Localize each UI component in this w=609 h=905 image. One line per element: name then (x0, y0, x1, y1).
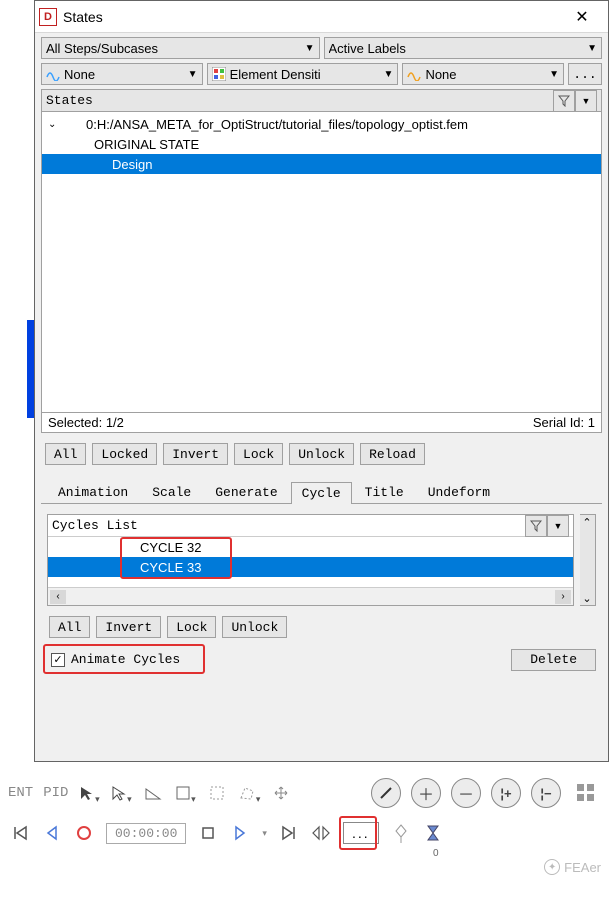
cursor-alt-icon[interactable]: ▾ (110, 782, 132, 804)
tab-title[interactable]: Title (354, 481, 415, 503)
marker-down-icon[interactable] (391, 823, 411, 843)
cycles-invert-button[interactable]: Invert (96, 616, 161, 638)
serial-id-label: Serial Id: 1 (533, 415, 595, 430)
wave-orange-icon (407, 67, 421, 81)
rainbow-square-icon (212, 67, 226, 81)
time-display: 00:00:00 (106, 823, 186, 844)
invert-button[interactable]: Invert (163, 443, 228, 465)
minus-bold-button[interactable]: ¦− (531, 778, 561, 808)
cycles-lock-button[interactable]: Lock (167, 616, 216, 638)
cycle-32-row[interactable]: CYCLE 32 (48, 537, 573, 557)
steps-subcases-combo[interactable]: All Steps/Subcases▼ (41, 37, 320, 59)
scroll-right-icon[interactable]: › (555, 590, 571, 604)
ent-label: ENT (8, 785, 33, 801)
unlock-button[interactable]: Unlock (289, 443, 354, 465)
angle-icon[interactable] (142, 782, 164, 804)
record-button[interactable] (74, 823, 94, 843)
tab-animation[interactable]: Animation (47, 481, 139, 503)
bottom-toolbar: ENT PID ▾ ▾ ▾ ▾ ＋ － ¦+ ¦− 00:00:00 ▾ ... (0, 772, 609, 905)
watermark-text: FEAer (564, 860, 601, 875)
active-labels-combo[interactable]: Active Labels▼ (324, 37, 603, 59)
cycles-options-button[interactable]: ▼ (547, 515, 569, 537)
tab-scale[interactable]: Scale (141, 481, 202, 503)
scroll-left-icon[interactable]: ‹ (50, 590, 66, 604)
reload-button[interactable]: Reload (360, 443, 425, 465)
states-box: States ▼ ⌄ 0:H:/ANSA_META_for_OptiStruct… (41, 89, 602, 433)
states-header: States ▼ (42, 90, 601, 112)
step-pair-button[interactable] (311, 823, 331, 843)
hourglass-icon[interactable] (423, 823, 443, 843)
play-button[interactable] (230, 823, 250, 843)
cycles-header-label: Cycles List (52, 518, 525, 533)
titlebar: D States ✕ (35, 1, 608, 33)
tab-cycle[interactable]: Cycle (291, 482, 352, 504)
cycles-filter-button[interactable] (525, 515, 547, 537)
ellipsis-button[interactable]: ... (343, 822, 379, 844)
pid-label: PID (43, 785, 68, 801)
states-tree[interactable]: ⌄ 0:H:/ANSA_META_for_OptiStruct/tutorial… (42, 112, 601, 412)
states-header-label: States (46, 93, 553, 108)
move-icon[interactable] (270, 782, 292, 804)
animate-cycles-checkbox[interactable]: ✓ (51, 653, 65, 667)
states-button-row: All Locked Invert Lock Unlock Reload (41, 437, 602, 471)
step-back-button[interactable] (42, 823, 62, 843)
tree-design-row[interactable]: Design (42, 154, 601, 174)
cycles-box: Cycles List ▼ CYCLE 32 CYCLE 33 ‹ › (47, 514, 574, 606)
cycles-hscroll[interactable]: ‹ › (48, 587, 573, 605)
tree-original-state-row[interactable]: ORIGINAL STATE (42, 134, 601, 154)
cycles-unlock-button[interactable]: Unlock (222, 616, 287, 638)
options-caret-button[interactable]: ▼ (575, 90, 597, 112)
watermark-logo-icon: ✦ (544, 859, 560, 875)
cycles-header: Cycles List ▼ (48, 515, 573, 537)
element-density-combo[interactable]: Element Densiti▼ (207, 63, 399, 85)
vscroll-down-icon[interactable]: ⌄ (580, 591, 594, 605)
tree-root-row[interactable]: ⌄ 0:H:/ANSA_META_for_OptiStruct/tutorial… (42, 114, 601, 134)
grid-icon[interactable] (571, 782, 601, 804)
toolbar-row-1: ENT PID ▾ ▾ ▾ ▾ ＋ － ¦+ ¦− (0, 772, 609, 814)
states-window: D States ✕ All Steps/Subcases▼ Active La… (34, 0, 609, 762)
tabs: Animation Scale Generate Cycle Title Und… (41, 471, 602, 504)
zero-label: 0 (433, 848, 439, 859)
cycles-list[interactable]: CYCLE 32 CYCLE 33 (48, 537, 573, 587)
skip-end-button[interactable] (279, 823, 299, 843)
plus-button[interactable]: ＋ (411, 778, 441, 808)
filter3-combo[interactable]: None▼ (402, 63, 564, 85)
close-button[interactable]: ✕ (560, 2, 604, 32)
tab-undeform[interactable]: Undeform (417, 481, 501, 503)
all-button[interactable]: All (45, 443, 86, 465)
cycle-33-row[interactable]: CYCLE 33 (48, 557, 573, 577)
selected-count-label: Selected: 1/2 (48, 415, 533, 430)
cycles-button-row: All Invert Lock Unlock (41, 610, 602, 644)
polygon-icon[interactable]: ▾ (238, 782, 260, 804)
cursor-icon[interactable]: ▾ (78, 782, 100, 804)
app-icon: D (39, 8, 57, 26)
window-title: States (63, 9, 560, 25)
skip-start-button[interactable] (10, 823, 30, 843)
tab-generate[interactable]: Generate (204, 481, 288, 503)
plus-bold-button[interactable]: ¦+ (491, 778, 521, 808)
square-icon[interactable]: ▾ (174, 782, 196, 804)
more-button[interactable]: ... (568, 63, 602, 85)
vscroll-up-icon[interactable]: ⌃ (580, 515, 594, 529)
watermark: ✦ FEAer (544, 859, 601, 875)
lock-button[interactable]: Lock (234, 443, 283, 465)
chevron-down-icon[interactable]: ⌄ (48, 119, 62, 130)
wave-blue-icon (46, 67, 60, 81)
panel-body: All Steps/Subcases▼ Active Labels▼ None▼… (35, 33, 608, 679)
filter-icon-button[interactable] (553, 90, 575, 112)
cycles-all-button[interactable]: All (49, 616, 90, 638)
playback-row: 00:00:00 ▾ ... (0, 814, 609, 852)
dashed-square-icon[interactable] (206, 782, 228, 804)
minus-button[interactable]: － (451, 778, 481, 808)
filter1-combo[interactable]: None▼ (41, 63, 203, 85)
stop-button[interactable] (198, 823, 218, 843)
animate-cycles-label: Animate Cycles (71, 652, 180, 667)
status-row: Selected: 1/2 Serial Id: 1 (42, 412, 601, 432)
locked-button[interactable]: Locked (92, 443, 157, 465)
delete-button[interactable]: Delete (511, 649, 596, 671)
line-tool-button[interactable] (371, 778, 401, 808)
animate-row: ✓ Animate Cycles Delete (41, 644, 602, 675)
